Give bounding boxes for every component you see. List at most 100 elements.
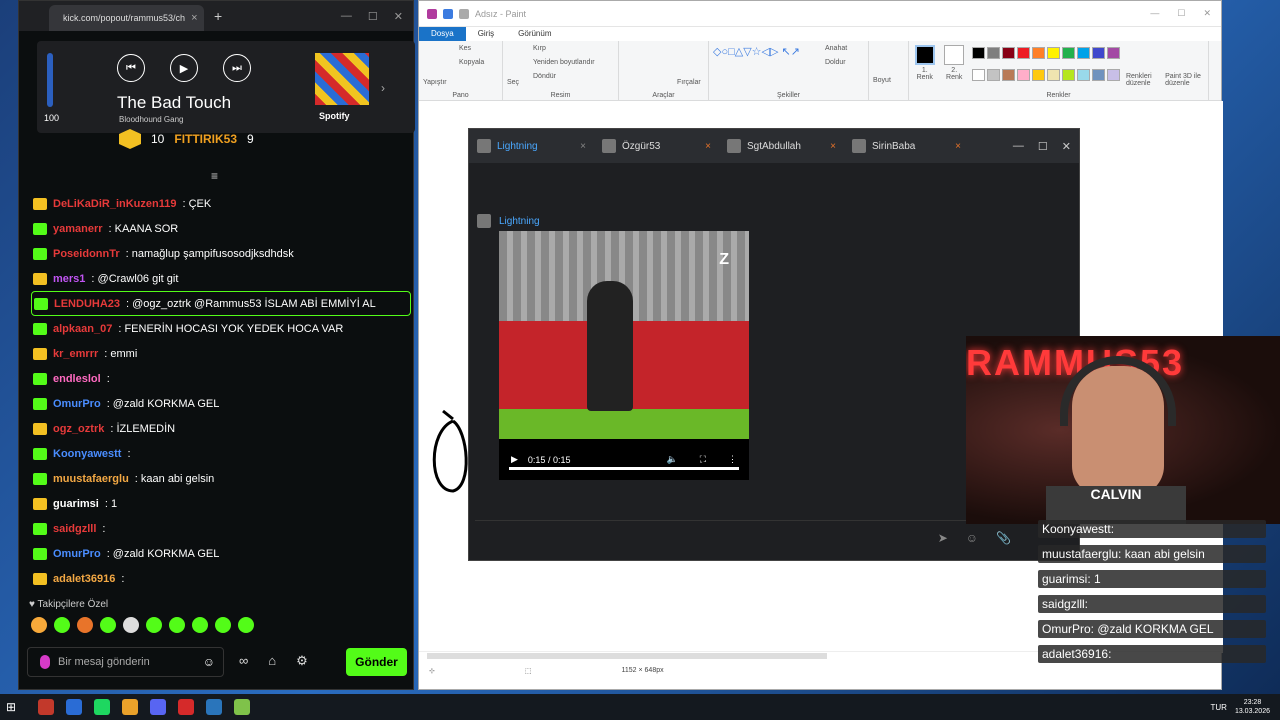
close-icon[interactable]: × — [580, 141, 586, 152]
palette-swatch[interactable] — [1016, 47, 1030, 59]
close-button[interactable]: ✕ — [1203, 8, 1211, 19]
emote-icon[interactable] — [77, 617, 93, 633]
palette-swatch[interactable] — [986, 68, 1000, 81]
palette-swatch[interactable] — [1091, 68, 1105, 81]
chat-username[interactable]: PoseidonnTr — [53, 248, 120, 260]
youtube-icon[interactable] — [178, 699, 194, 715]
color1-button[interactable]: 1. Renk — [913, 43, 936, 88]
chat-username[interactable]: ogz_oztrk — [53, 423, 104, 435]
clock[interactable]: 23:28 13.03.2026 — [1235, 698, 1270, 716]
close-button[interactable]: ✕ — [1062, 140, 1071, 153]
chat-username[interactable]: muustafaerglu — [53, 473, 129, 485]
palette-swatch[interactable] — [1106, 47, 1120, 59]
chat-username[interactable]: OmurPro — [53, 398, 101, 410]
palette-swatch[interactable] — [1061, 47, 1075, 59]
emote-icon[interactable] — [238, 617, 254, 633]
emote-icon[interactable] — [54, 617, 70, 633]
gear-icon[interactable]: ⚙ — [296, 653, 308, 669]
color2-button[interactable]: 2. Renk — [942, 43, 965, 88]
discord-icon[interactable] — [150, 699, 166, 715]
minimize-button[interactable]: — — [1013, 140, 1024, 153]
chat-username[interactable]: kr_emrrr — [53, 348, 98, 360]
palette-swatch[interactable] — [986, 47, 1000, 59]
emote-icon[interactable] — [169, 617, 185, 633]
emote-icon[interactable] — [215, 617, 231, 633]
close-icon[interactable]: × — [705, 141, 711, 152]
author-name[interactable]: Lightning — [499, 216, 540, 227]
paste-button[interactable]: Yapıştır — [423, 79, 498, 86]
new-tab-button[interactable]: + — [214, 8, 222, 24]
send-button[interactable]: Gönder — [346, 648, 407, 676]
palette-swatch[interactable] — [1046, 47, 1060, 59]
emote-icon[interactable] — [100, 617, 116, 633]
chat-username[interactable]: OmurPro — [53, 548, 101, 560]
palette-swatch[interactable] — [1106, 68, 1120, 81]
pinned-collapse-icon[interactable]: ≡ — [211, 169, 218, 183]
close-tab-icon[interactable]: × — [191, 12, 197, 24]
chat-input[interactable]: Bir mesaj gönderin ☺ — [27, 647, 224, 677]
palette-swatch[interactable] — [1076, 47, 1090, 59]
windows-start-icon[interactable]: ⊞ — [6, 700, 26, 714]
palette-swatch[interactable] — [971, 47, 985, 59]
dm-tab-sgtabdullah[interactable]: SgtAbdullah × — [719, 129, 844, 163]
browser-tab[interactable]: kick.com/popout/rammus53/ch × — [49, 5, 204, 31]
dm-input[interactable]: ➤ ☺ 📎 — [475, 520, 1075, 554]
maximize-button[interactable]: ☐ — [1177, 8, 1185, 19]
close-button[interactable]: ✕ — [394, 10, 403, 23]
chevron-right-icon[interactable]: › — [381, 81, 385, 95]
resize-button[interactable]: Yeniden boyutlandır — [533, 59, 595, 66]
emote-icon[interactable] — [123, 617, 139, 633]
play-button[interactable]: ▶ — [170, 54, 198, 82]
palette-swatch[interactable] — [1061, 68, 1075, 81]
undo-icon[interactable] — [443, 8, 453, 19]
dm-tab-ozgur53[interactable]: Özgür53 × — [594, 129, 719, 163]
more-icon[interactable]: ⋮ — [728, 454, 737, 465]
palette-swatch[interactable] — [971, 68, 985, 81]
video-progress[interactable] — [509, 467, 739, 470]
palette-swatch[interactable] — [1031, 47, 1045, 59]
brushes-button[interactable]: Fırçalar — [677, 79, 701, 86]
send-icon[interactable]: ➤ — [938, 531, 948, 545]
chat-username[interactable]: endleslol — [53, 373, 101, 385]
size-button[interactable]: Boyut — [873, 77, 904, 84]
previous-track-button[interactable]: ⏮ — [117, 54, 145, 82]
palette-swatch[interactable] — [1001, 47, 1015, 59]
play-icon[interactable]: ▶ — [511, 454, 518, 465]
chat-username[interactable]: DeLiKaDiR_inKuzen119 — [53, 198, 176, 210]
steam-icon[interactable] — [206, 699, 222, 715]
close-icon[interactable]: × — [955, 141, 961, 152]
microphone-icon[interactable] — [40, 655, 50, 669]
app-icon[interactable] — [38, 699, 54, 715]
next-track-button[interactable]: ⏭ — [223, 54, 251, 82]
emote-icon[interactable] — [146, 617, 162, 633]
chrome-icon[interactable] — [122, 699, 138, 715]
palette-swatch[interactable] — [1076, 68, 1090, 81]
chat-username[interactable]: LENDUHA23 — [54, 298, 120, 310]
chat-username[interactable]: Koonyawestt — [53, 448, 121, 460]
spotify-icon[interactable] — [94, 699, 110, 715]
close-icon[interactable]: × — [830, 141, 836, 152]
paint-icon[interactable] — [234, 699, 250, 715]
volume-slider[interactable] — [47, 53, 53, 107]
language-indicator[interactable]: TUR — [1211, 703, 1227, 712]
select-button[interactable]: Seç — [507, 79, 614, 86]
menu-view[interactable]: Görünüm — [506, 27, 563, 41]
minimize-button[interactable]: — — [341, 10, 352, 23]
crop-button[interactable]: Kırp — [533, 45, 546, 52]
emote-icon[interactable] — [31, 617, 47, 633]
maximize-button[interactable]: ☐ — [368, 10, 378, 23]
maximize-button[interactable]: ☐ — [1038, 140, 1048, 153]
palette-swatch[interactable] — [1046, 68, 1060, 81]
copy-button[interactable]: Kopyala — [459, 59, 484, 66]
menu-file[interactable]: Dosya — [419, 27, 466, 41]
cut-button[interactable]: Kes — [459, 45, 471, 52]
chat-username[interactable]: alpkaan_07 — [53, 323, 112, 335]
chat-username[interactable]: yamanerr — [53, 223, 103, 235]
edit-colors-button[interactable]: Renkleri düzenle — [1126, 73, 1159, 88]
chat-username[interactable]: saidgzlll — [53, 523, 96, 535]
chat-username[interactable]: adalet36916 — [53, 573, 115, 585]
palette-swatch[interactable] — [1001, 68, 1015, 81]
app-icon[interactable] — [66, 699, 82, 715]
chat-username[interactable]: mers1 — [53, 273, 85, 285]
outline-button[interactable]: Anahat — [825, 45, 847, 52]
